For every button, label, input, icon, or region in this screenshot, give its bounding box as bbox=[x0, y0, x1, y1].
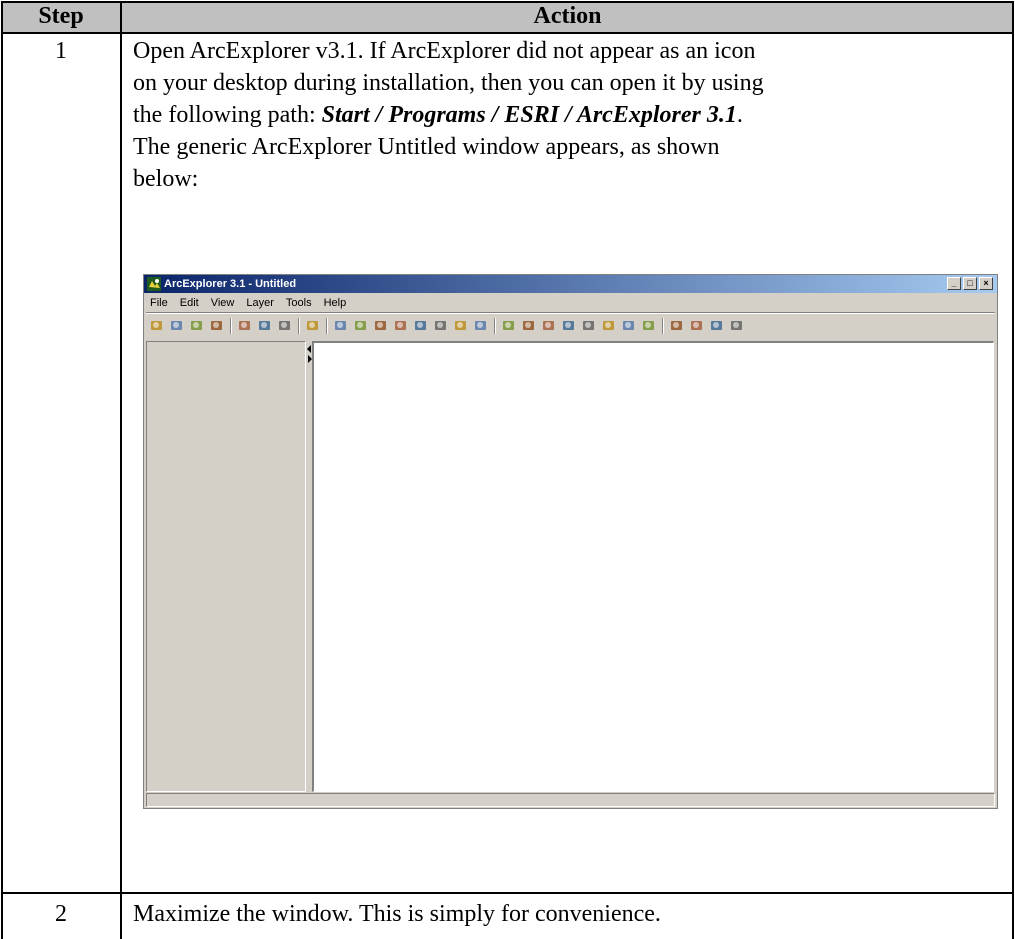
legend-pane[interactable] bbox=[146, 341, 306, 792]
window-title: ArcExplorer 3.1 - Untitled bbox=[164, 278, 297, 290]
toolbar-separator bbox=[662, 318, 664, 334]
toolbar-separator bbox=[230, 318, 232, 334]
edit-icon[interactable] bbox=[668, 317, 686, 335]
maximize-button[interactable]: □ bbox=[963, 277, 977, 290]
column-divider bbox=[120, 1, 122, 939]
table-border-right bbox=[1012, 1, 1014, 939]
step-1-line-2: on your desktop during installation, the… bbox=[133, 70, 764, 96]
step-number-1: 1 bbox=[55, 38, 67, 64]
pan-direction-icon[interactable] bbox=[472, 317, 490, 335]
menu-file[interactable]: File bbox=[144, 294, 174, 312]
query-icon[interactable] bbox=[520, 317, 538, 335]
step-1-line-1: Open ArcExplorer v3.1. If ArcExplorer di… bbox=[133, 38, 756, 64]
clear-select-icon[interactable] bbox=[640, 317, 658, 335]
remove-layer-icon[interactable] bbox=[208, 317, 226, 335]
menu-tools[interactable]: Tools bbox=[280, 294, 318, 312]
window-controls: _ □ × bbox=[947, 277, 993, 290]
globe-icon[interactable] bbox=[304, 317, 322, 335]
path-prefix: the following path: bbox=[133, 102, 322, 128]
menu-separator bbox=[146, 312, 995, 314]
step-1-line-5: below: bbox=[133, 166, 199, 192]
step-2-instructions: Maximize the window. This is simply for … bbox=[133, 901, 661, 927]
overview-icon[interactable] bbox=[728, 317, 746, 335]
header-divider bbox=[1, 32, 1014, 34]
arcexplorer-app-icon bbox=[147, 277, 161, 291]
menu-view[interactable]: View bbox=[205, 294, 241, 312]
title-bar: ArcExplorer 3.1 - Untitled _ □ × bbox=[144, 275, 997, 293]
full-extent-icon[interactable] bbox=[372, 317, 390, 335]
close-button[interactable]: × bbox=[979, 277, 993, 290]
path-suffix: . bbox=[736, 102, 743, 128]
open-folder-icon[interactable] bbox=[148, 317, 166, 335]
zoom-previous-icon[interactable] bbox=[412, 317, 430, 335]
measure-icon[interactable] bbox=[580, 317, 598, 335]
add-theme-icon[interactable] bbox=[236, 317, 254, 335]
menu-path: Start / Programs / ESRI / ArcExplorer 3.… bbox=[321, 102, 737, 128]
step-1-path-line: the following path: Start / Programs / E… bbox=[133, 99, 1003, 131]
toolbar-separator bbox=[494, 318, 496, 334]
toolbar bbox=[148, 317, 993, 337]
menu-bar: File Edit View Layer Tools Help bbox=[144, 294, 997, 312]
menu-help[interactable]: Help bbox=[318, 294, 353, 312]
spatial-query-icon[interactable] bbox=[688, 317, 706, 335]
identify-icon[interactable] bbox=[500, 317, 518, 335]
zoom-in-icon[interactable] bbox=[332, 317, 350, 335]
step-1-instructions: Open ArcExplorer v3.1. If ArcExplorer di… bbox=[133, 35, 1003, 195]
step-1-line-4: The generic ArcExplorer Untitled window … bbox=[133, 134, 720, 160]
find-icon[interactable] bbox=[540, 317, 558, 335]
collapse-left-icon[interactable] bbox=[307, 345, 311, 353]
step-number-2: 2 bbox=[55, 901, 67, 927]
add-layer-icon[interactable] bbox=[188, 317, 206, 335]
hyperlink-icon[interactable] bbox=[560, 317, 578, 335]
toolbar-separator bbox=[326, 318, 328, 334]
toolbar-separator bbox=[298, 318, 300, 334]
table-border-left bbox=[1, 1, 3, 939]
map-display[interactable] bbox=[312, 341, 994, 792]
layer-properties-icon[interactable] bbox=[708, 317, 726, 335]
status-bar bbox=[146, 793, 995, 807]
pan-icon[interactable] bbox=[452, 317, 470, 335]
step-column-header: Step bbox=[1, 1, 121, 32]
minimize-button[interactable]: _ bbox=[947, 277, 961, 290]
menu-edit[interactable]: Edit bbox=[174, 294, 205, 312]
menu-layer[interactable]: Layer bbox=[240, 294, 280, 312]
zoom-next-icon[interactable] bbox=[432, 317, 450, 335]
print-icon[interactable] bbox=[276, 317, 294, 335]
action-column-header: Action bbox=[121, 1, 1014, 32]
select-icon[interactable] bbox=[620, 317, 638, 335]
add-image-icon[interactable] bbox=[256, 317, 274, 335]
table-border-top bbox=[1, 1, 1014, 3]
active-extent-icon[interactable] bbox=[392, 317, 410, 335]
arcexplorer-window-screenshot: ArcExplorer 3.1 - Untitled _ □ × File Ed… bbox=[143, 274, 998, 809]
buffer-icon[interactable] bbox=[600, 317, 618, 335]
save-icon[interactable] bbox=[168, 317, 186, 335]
zoom-out-icon[interactable] bbox=[352, 317, 370, 335]
row-divider bbox=[1, 892, 1014, 894]
